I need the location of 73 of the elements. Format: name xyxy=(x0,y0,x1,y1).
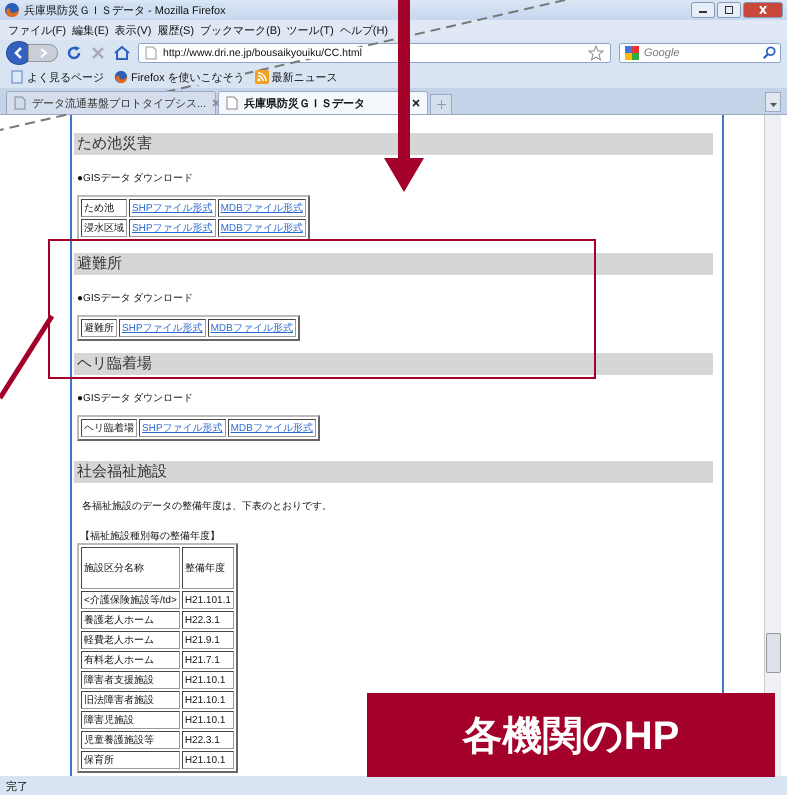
bookmark-item[interactable]: Firefox を使いこなそう xyxy=(114,70,245,84)
download-label: ●GISデータ ダウンロード xyxy=(77,172,194,185)
firefox-logo-icon xyxy=(4,2,20,18)
page-icon xyxy=(225,96,239,110)
column-header: 施設区分名称 xyxy=(81,547,180,589)
minimize-button[interactable] xyxy=(691,2,715,18)
maximize-icon xyxy=(724,6,734,14)
scrollbar[interactable] xyxy=(764,115,781,776)
tab-list-button[interactable] xyxy=(765,92,781,112)
table-cell: 浸水区域 xyxy=(81,219,127,237)
status-text: 完了 xyxy=(6,780,28,794)
firefox-logo-icon xyxy=(114,70,128,84)
table-caption: 【福祉施設種別毎の整備年度】 xyxy=(80,530,221,543)
section-heading: ため池災害 xyxy=(74,133,713,155)
table-cell: <介護保険施設等/td> xyxy=(81,591,180,609)
plus-icon xyxy=(436,100,446,109)
browser-tab[interactable]: 兵庫県防災ＧＩＳデータ xyxy=(218,91,428,114)
page-icon xyxy=(145,46,157,60)
address-bar[interactable]: http://www.dri.ne.jp/bousaikyouiku/CC.html xyxy=(138,43,611,63)
table-cell: 養護老人ホーム xyxy=(81,611,180,629)
table-cell: H21.10.1 xyxy=(182,711,234,729)
intro-text: 各福祉施設のデータの整備年度は、下表のとおりです。 xyxy=(82,500,333,513)
caret-icon xyxy=(770,102,776,106)
maximize-button[interactable] xyxy=(717,2,741,18)
close-button[interactable] xyxy=(743,2,783,18)
table-cell: H22.3.1 xyxy=(182,731,234,749)
table-cell: ため池 xyxy=(81,199,127,217)
home-icon[interactable] xyxy=(114,45,130,61)
reload-icon[interactable] xyxy=(66,45,82,61)
menu-item[interactable]: 表示(V) xyxy=(114,22,152,38)
bookmark-item[interactable]: よく見るページ xyxy=(10,70,104,84)
download-label: ●GISデータ ダウンロード xyxy=(77,392,194,405)
section-heading: 避難所 xyxy=(74,253,713,275)
table-cell: 児童養護施設等 xyxy=(81,731,180,749)
section-heading: ヘリ臨着場 xyxy=(74,353,713,375)
caption-label: 各機関のHP xyxy=(367,693,775,777)
section-heading: 社会福祉施設 xyxy=(74,461,713,483)
download-label: ●GISデータ ダウンロード xyxy=(77,292,194,305)
table-cell: H21.10.1 xyxy=(182,671,234,689)
page-icon xyxy=(10,70,24,84)
table-cell: 障害児施設 xyxy=(81,711,180,729)
table-cell: H21.10.1 xyxy=(182,691,234,709)
bookmark-item[interactable]: 最新ニュース xyxy=(254,70,338,84)
search-icon[interactable] xyxy=(762,46,776,60)
menu-item[interactable]: ファイル(F) xyxy=(8,22,66,38)
url-text: http://www.dri.ne.jp/bousaikyouiku/CC.html xyxy=(163,47,362,59)
window-title: 兵庫県防災ＧＩＳデータ - Mozilla Firefox xyxy=(24,2,226,18)
table-cell: 障害者支援施設 xyxy=(81,671,180,689)
menu-item[interactable]: ヘルプ(H) xyxy=(340,22,388,38)
feed-icon xyxy=(254,70,269,84)
table-cell: ヘリ臨着場 xyxy=(81,419,137,437)
column-header: 整備年度 xyxy=(182,547,234,589)
table-cell: H21.7.1 xyxy=(182,651,234,669)
table-cell: H21.10.1 xyxy=(182,751,234,769)
star-icon[interactable] xyxy=(588,45,604,61)
table-cell: H22.3.1 xyxy=(182,611,234,629)
page-icon xyxy=(13,96,27,110)
search-field[interactable]: Google xyxy=(619,43,781,63)
close-icon xyxy=(758,6,768,14)
close-icon[interactable] xyxy=(411,98,421,108)
menu-item[interactable]: 編集(E) xyxy=(72,22,109,38)
table-cell: 保育所 xyxy=(81,751,180,769)
table-cell: H21.101.1 xyxy=(182,591,234,609)
browser-tab[interactable]: データ流通基盤プロトタイプシス... xyxy=(6,91,216,114)
search-engine-icon xyxy=(624,45,640,61)
table-cell: 軽費老人ホーム xyxy=(81,631,180,649)
table-cell: 旧法障害者施設 xyxy=(81,691,180,709)
menu-item[interactable]: 履歴(S) xyxy=(157,22,194,38)
table-cell: 避難所 xyxy=(81,319,117,337)
table-cell: H21.9.1 xyxy=(182,631,234,649)
scrollbar-thumb[interactable] xyxy=(766,633,781,673)
table-cell: 有料老人ホーム xyxy=(81,651,180,669)
menu-item[interactable]: ブックマーク(B) xyxy=(200,22,281,38)
